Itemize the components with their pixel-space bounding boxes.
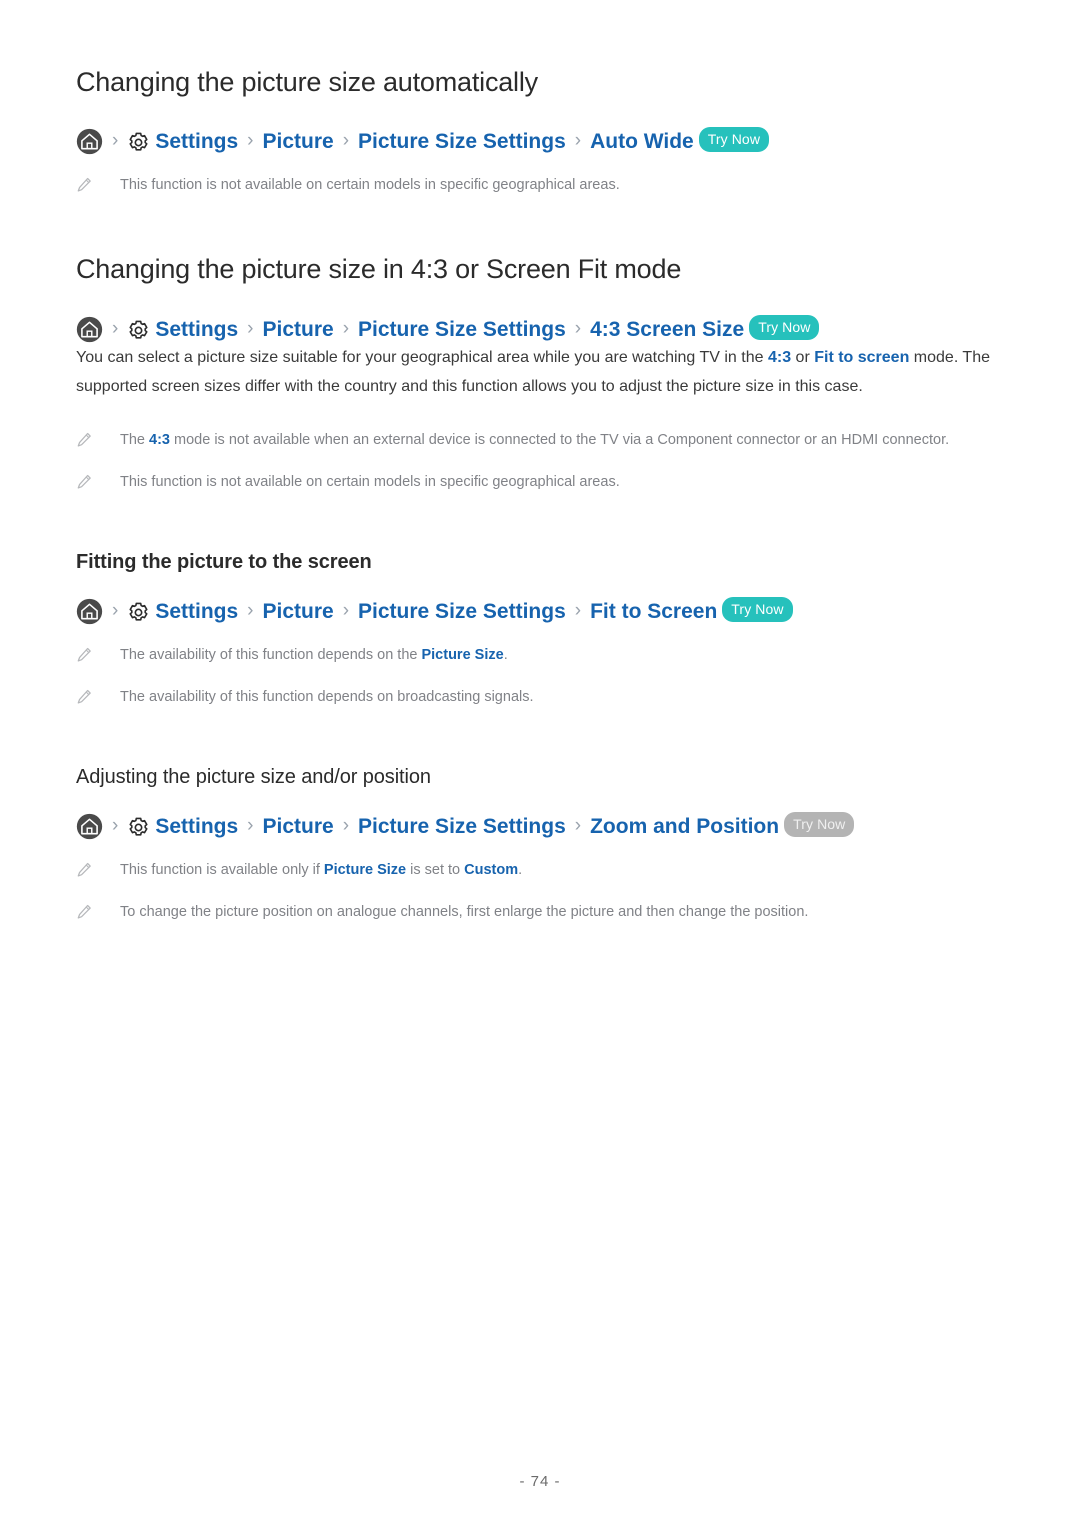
breadcrumb-item-picture[interactable]: Picture — [263, 816, 334, 837]
home-icon[interactable] — [76, 813, 103, 840]
breadcrumb-item-auto-wide[interactable]: Auto Wide — [590, 131, 694, 152]
note-item: This function is available only if Pictu… — [76, 858, 1004, 882]
note-text: This function is not available on certai… — [120, 473, 620, 490]
note-item: The 4:3 mode is not available when an ex… — [76, 428, 1004, 452]
breadcrumb-item-picture[interactable]: Picture — [263, 131, 334, 152]
body-paragraph: You can select a picture size suitable f… — [76, 343, 1004, 402]
breadcrumb-separator: › — [112, 814, 119, 836]
subsection-adjusting-picture-size-position: Adjusting the picture size and/or positi… — [76, 765, 1004, 924]
breadcrumb-item-picture[interactable]: Picture — [263, 319, 334, 340]
breadcrumb-separator: › — [112, 599, 119, 621]
subsection-fitting-picture-to-screen: Fitting the picture to the screen › Sett… — [76, 550, 1004, 709]
note-text: This function is not available on certai… — [120, 177, 620, 194]
inline-link-fit-to-screen[interactable]: Fit to screen — [814, 349, 909, 366]
breadcrumb-item-settings[interactable]: Settings — [155, 319, 238, 340]
home-icon[interactable] — [76, 316, 103, 343]
pencil-note-icon — [76, 432, 92, 448]
inline-link-picture-size[interactable]: Picture Size — [324, 862, 406, 878]
breadcrumb-item-picture-size-settings[interactable]: Picture Size Settings — [358, 319, 566, 340]
page-number: - 74 - — [519, 1473, 561, 1490]
breadcrumb-item-settings[interactable]: Settings — [155, 816, 238, 837]
note-text: The availability of this function depend… — [120, 646, 508, 663]
pencil-note-icon — [76, 862, 92, 878]
try-now-badge[interactable]: Try Now — [722, 596, 793, 622]
breadcrumb-separator: › — [574, 814, 582, 836]
note-item: The availability of this function depend… — [76, 685, 1004, 709]
note-text: The 4:3 mode is not available when an ex… — [120, 431, 950, 448]
document-page: Changing the picture size automatically … — [0, 0, 1080, 1527]
paragraph-part: or — [791, 348, 815, 366]
gear-icon[interactable] — [127, 816, 150, 839]
breadcrumb-separator: › — [342, 130, 350, 152]
note-item: The availability of this function depend… — [76, 643, 1004, 667]
breadcrumb-separator: › — [112, 130, 119, 152]
pencil-note-icon — [76, 474, 92, 490]
page-title: Changing the picture size automatically — [76, 67, 538, 97]
breadcrumb-item-settings[interactable]: Settings — [155, 601, 238, 622]
section-heading: Fitting the picture to the screen — [76, 550, 372, 573]
inline-link-43[interactable]: 4:3 — [768, 349, 791, 366]
try-now-badge[interactable]: Try Now — [749, 314, 820, 340]
gear-icon[interactable] — [127, 131, 150, 154]
breadcrumb-item-picture-size-settings[interactable]: Picture Size Settings — [358, 816, 566, 837]
home-icon[interactable] — [76, 598, 103, 625]
note-text: This function is available only if Pictu… — [120, 861, 523, 878]
breadcrumb-item-fit-to-screen[interactable]: Fit to Screen — [590, 601, 717, 622]
pencil-note-icon — [76, 904, 92, 920]
breadcrumb-separator: › — [574, 599, 582, 621]
inline-link-picture-size[interactable]: Picture Size — [421, 647, 503, 663]
breadcrumb-item-settings[interactable]: Settings — [155, 131, 238, 152]
pencil-note-icon — [76, 689, 92, 705]
breadcrumb-item-picture[interactable]: Picture — [263, 601, 334, 622]
breadcrumb-separator: › — [342, 814, 350, 836]
breadcrumb-separator: › — [247, 317, 254, 339]
breadcrumb: › Settings › Picture › Picture Size Sett… — [76, 127, 1004, 155]
breadcrumb-item-zoom-and-position[interactable]: Zoom and Position — [590, 816, 779, 837]
pencil-note-icon — [76, 647, 92, 663]
note-item: This function is not available on certai… — [76, 173, 1004, 197]
section-picture-size-43-screen-fit: Changing the picture size in 4:3 or Scre… — [76, 253, 1004, 923]
breadcrumb-item-picture-size-settings[interactable]: Picture Size Settings — [358, 131, 566, 152]
breadcrumb-separator: › — [574, 317, 582, 339]
section-heading: Adjusting the picture size and/or positi… — [76, 765, 431, 788]
note-item: To change the picture position on analog… — [76, 900, 1004, 924]
home-icon[interactable] — [76, 128, 103, 155]
breadcrumb-separator: › — [247, 599, 254, 621]
try-now-badge[interactable]: Try Now — [698, 127, 770, 153]
gear-icon[interactable] — [127, 601, 150, 624]
breadcrumb: › Settings › Picture › Picture Size Sett… — [76, 811, 1004, 840]
pencil-note-icon — [76, 177, 92, 193]
breadcrumb-item-picture-size-settings[interactable]: Picture Size Settings — [358, 601, 566, 622]
note-item: This function is not available on certai… — [76, 470, 1004, 494]
breadcrumb-separator: › — [342, 599, 350, 621]
section-picture-size-automatically: Changing the picture size automatically … — [76, 0, 1004, 197]
breadcrumb: › Settings › Picture › Picture Size Sett… — [76, 314, 1004, 343]
breadcrumb-separator: › — [247, 130, 254, 152]
breadcrumb: › Settings › Picture › Picture Size Sett… — [76, 596, 1004, 625]
breadcrumb-separator: › — [112, 317, 119, 339]
note-text: To change the picture position on analog… — [120, 903, 809, 920]
note-text: The availability of this function depend… — [120, 688, 534, 705]
inline-link-custom[interactable]: Custom — [464, 862, 518, 878]
breadcrumb-separator: › — [342, 317, 350, 339]
breadcrumb-item-43-screen-size[interactable]: 4:3 Screen Size — [590, 319, 744, 340]
page-title: Changing the picture size in 4:3 or Scre… — [76, 254, 682, 285]
gear-icon[interactable] — [127, 319, 150, 342]
inline-link-43[interactable]: 4:3 — [149, 432, 170, 448]
try-now-badge[interactable]: Try Now — [784, 811, 855, 837]
breadcrumb-separator: › — [247, 814, 254, 836]
breadcrumb-separator: › — [574, 130, 582, 152]
paragraph-part: You can select a picture size suitable f… — [76, 348, 768, 366]
